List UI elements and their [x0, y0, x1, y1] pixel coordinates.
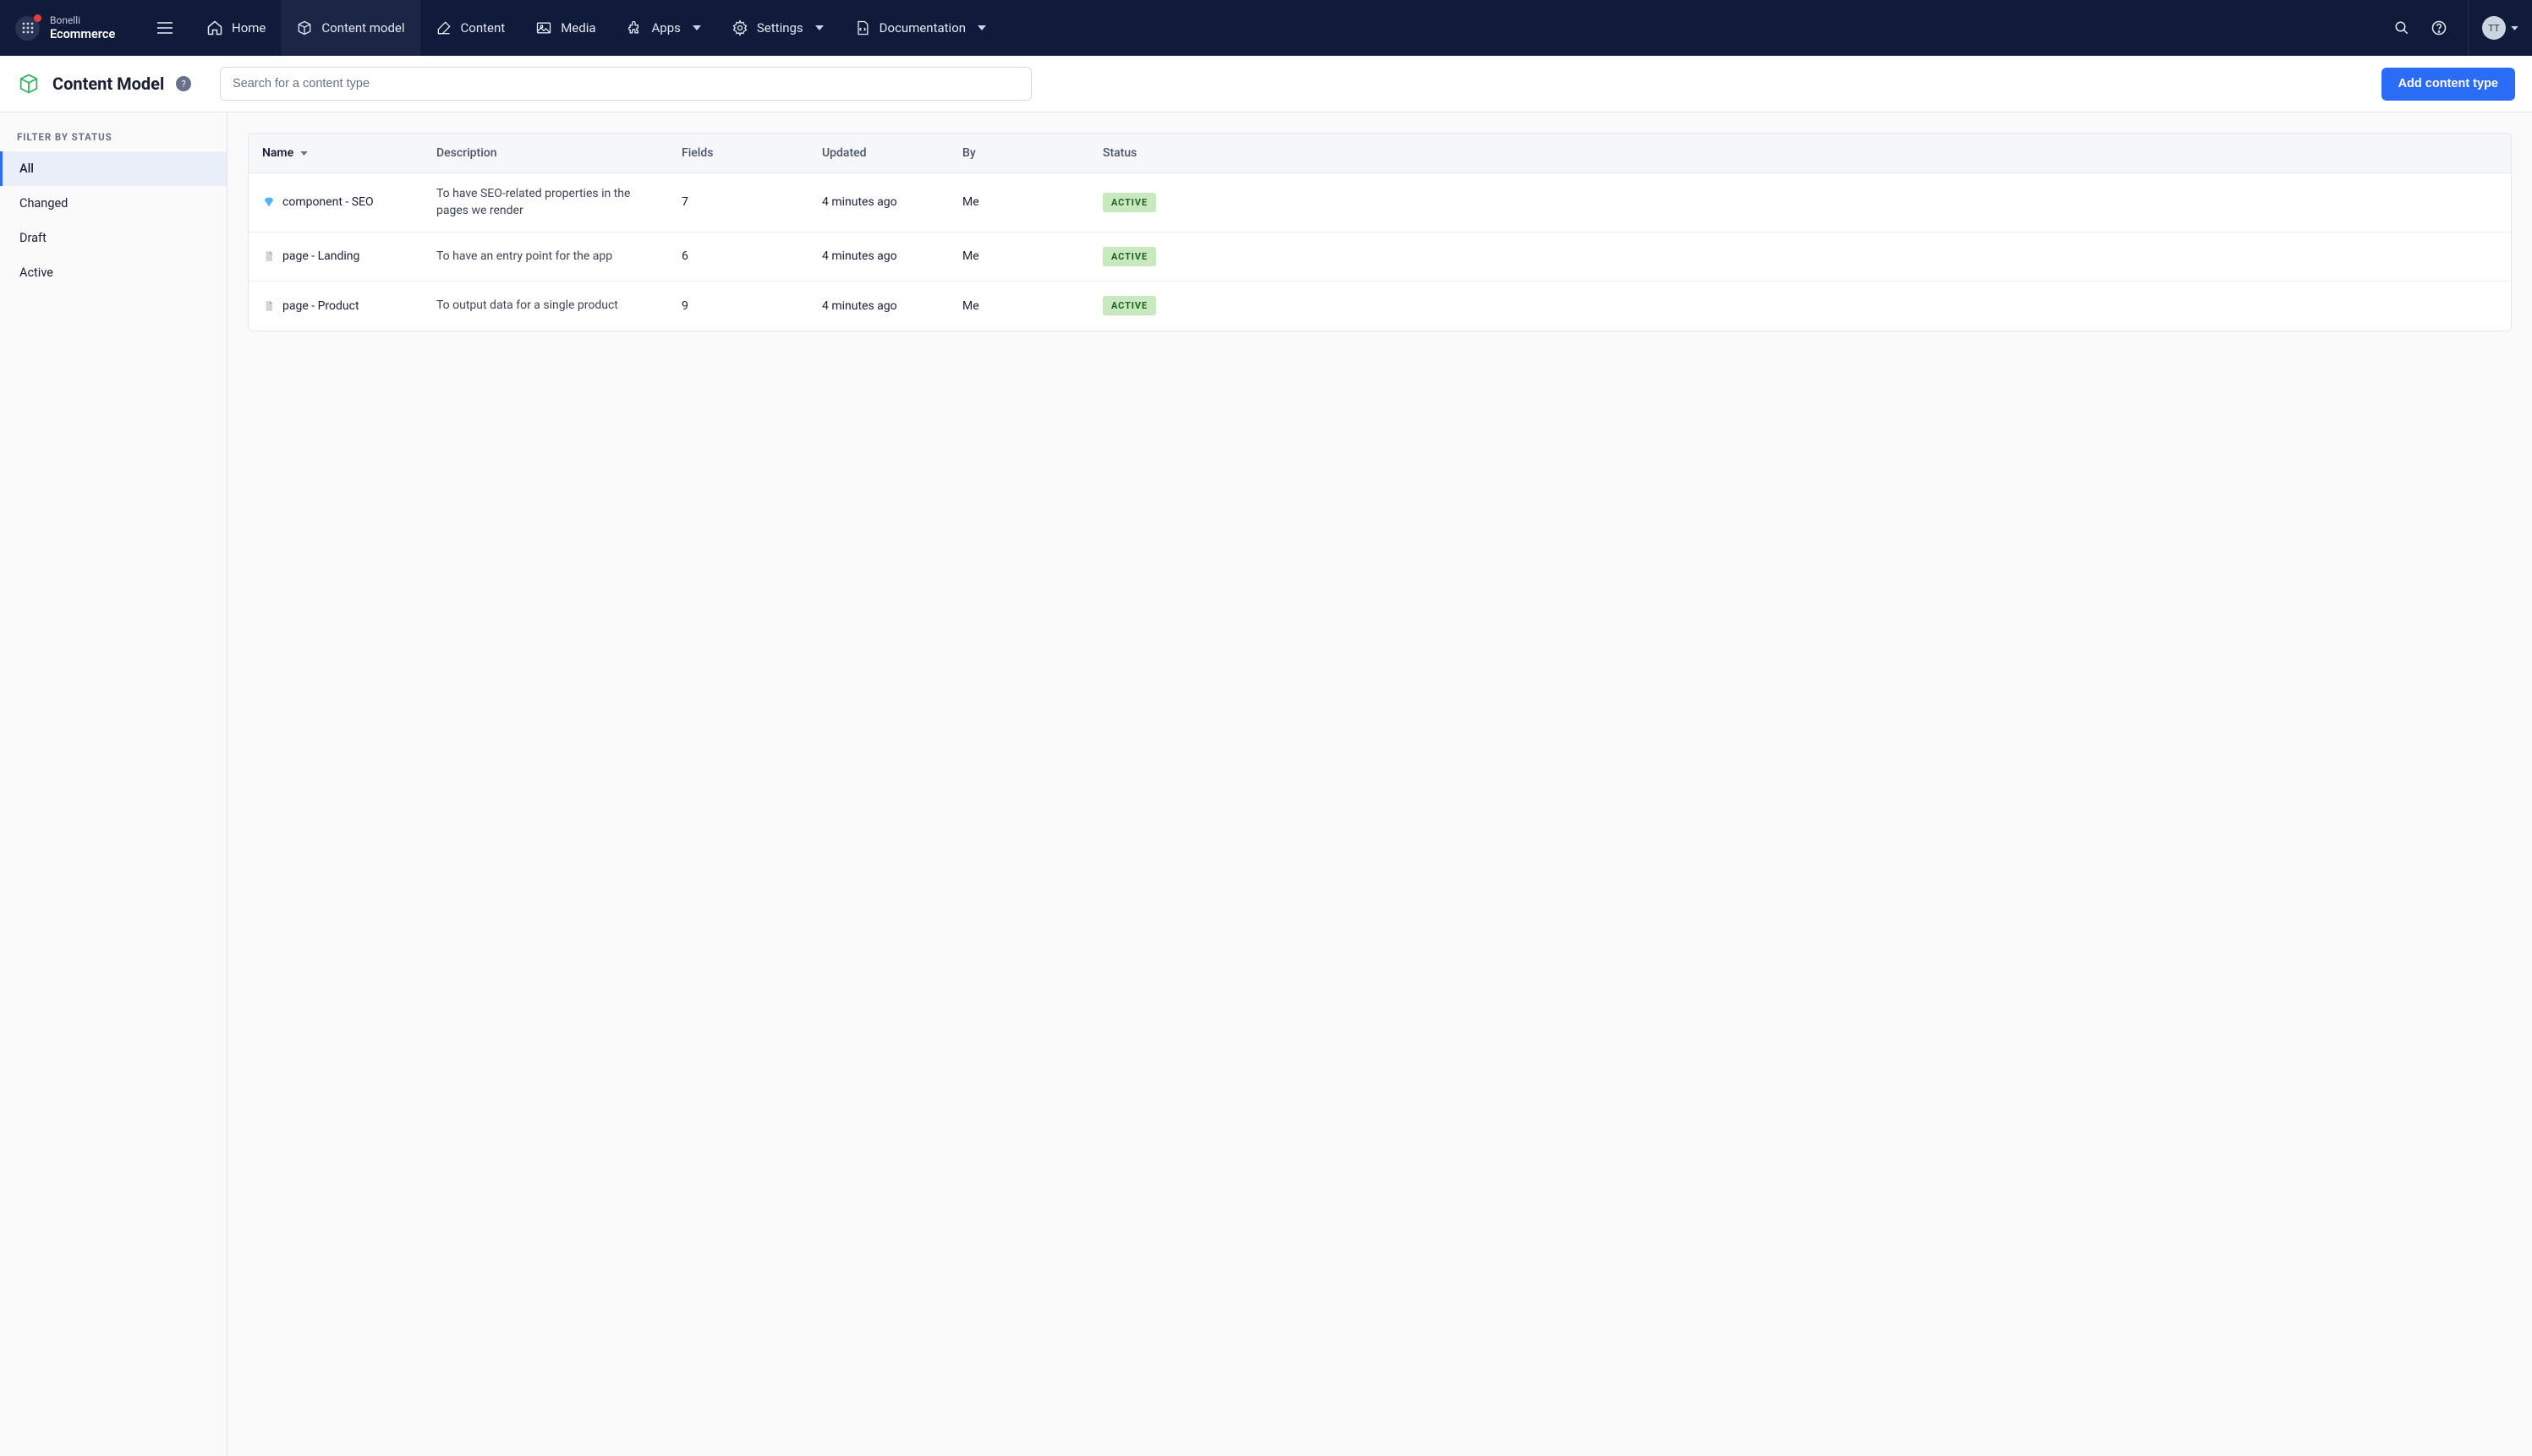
table-row[interactable]: component - SEO To have SEO-related prop…: [249, 173, 2511, 233]
subheader: Content Model ? Add content type: [0, 56, 2532, 112]
filter-draft[interactable]: Draft: [0, 221, 227, 255]
nav-settings[interactable]: Settings: [716, 0, 839, 56]
cell-by: Me: [949, 238, 1089, 275]
nav-documentation[interactable]: Documentation: [839, 0, 1001, 56]
cell-updated: 4 minutes ago: [808, 183, 949, 221]
chevron-down-icon: [2511, 26, 2518, 30]
cell-by: Me: [949, 183, 1089, 221]
chevron-down-icon: [978, 25, 986, 30]
status-badge: Active: [1103, 296, 1156, 315]
cell-updated: 4 minutes ago: [808, 238, 949, 275]
column-status: Status: [1089, 146, 1214, 160]
search-icon: [2394, 20, 2409, 36]
main: Filter by status All Changed Draft Activ…: [0, 112, 2532, 1456]
nav-label: Content model: [321, 20, 404, 36]
nav-content-model[interactable]: Content model: [281, 0, 419, 56]
content-model-icon: [17, 72, 41, 96]
hamburger-icon: [157, 22, 173, 34]
content-type-search-input[interactable]: [220, 67, 1032, 101]
chevron-down-icon: [815, 25, 824, 30]
search-button[interactable]: [2393, 19, 2410, 36]
nav-label: Apps: [652, 20, 681, 36]
nav-home[interactable]: Home: [191, 0, 281, 56]
help-button[interactable]: [2431, 19, 2447, 36]
topbar-left: Bonelli Ecommerce: [0, 0, 191, 56]
gear-icon: [732, 19, 748, 36]
nav-label: Content: [461, 20, 506, 36]
row-name: component - SEO: [282, 195, 374, 209]
table-row[interactable]: page - Landing To have an entry point fo…: [249, 233, 2511, 282]
cell-description: To have an entry point for the app: [423, 236, 668, 276]
nav-label: Media: [561, 20, 595, 36]
box-icon: [296, 19, 313, 36]
cell-name: component - SEO: [249, 183, 423, 221]
cell-status: Active: [1089, 235, 1214, 278]
page-title: Content Model: [52, 74, 164, 94]
nav-content[interactable]: Content: [420, 0, 521, 56]
cell-name: page - Product: [249, 287, 423, 325]
row-name: page - Product: [282, 299, 359, 313]
user-menu[interactable]: TT: [2468, 0, 2518, 56]
filter-changed[interactable]: Changed: [0, 186, 227, 221]
page-title-wrap: Content Model ?: [17, 72, 220, 96]
cell-name: page - Landing: [249, 238, 423, 275]
chevron-down-icon: [693, 25, 701, 30]
help-badge[interactable]: ?: [176, 76, 191, 91]
status-badge: Active: [1103, 247, 1156, 266]
column-fields: Fields: [668, 146, 808, 160]
add-content-type-button[interactable]: Add content type: [2381, 68, 2515, 101]
edit-icon: [436, 19, 452, 36]
cell-description: To have SEO-related properties in the pa…: [423, 173, 668, 232]
cell-fields: 6: [668, 238, 808, 275]
sidebar-toggle-button[interactable]: [151, 14, 179, 42]
avatar: TT: [2482, 16, 2506, 40]
space-switcher[interactable]: Bonelli Ecommerce: [50, 14, 115, 41]
column-description: Description: [423, 146, 668, 160]
content-area: Name Description Fields Updated By Statu…: [227, 112, 2532, 1456]
cell-description: To output data for a single product: [423, 285, 668, 326]
cell-status: Active: [1089, 181, 1214, 224]
diamond-icon: [262, 195, 276, 209]
cell-updated: 4 minutes ago: [808, 287, 949, 325]
notification-dot: [34, 14, 41, 22]
status-badge: Active: [1103, 193, 1156, 212]
sidebar-heading: Filter by status: [0, 131, 227, 151]
column-by: By: [949, 146, 1089, 160]
nav-label: Home: [232, 20, 266, 36]
column-label: Name: [262, 146, 293, 160]
grid-icon: [22, 22, 34, 34]
filter-active[interactable]: Active: [0, 255, 227, 290]
help-icon: [2431, 20, 2447, 36]
nav-label: Settings: [757, 20, 803, 36]
cell-fields: 9: [668, 287, 808, 325]
topbar-right: TT: [2393, 0, 2532, 56]
content-type-table: Name Description Fields Updated By Statu…: [248, 133, 2512, 331]
org-name: Bonelli: [50, 14, 115, 26]
column-name[interactable]: Name: [249, 146, 423, 160]
puzzle-icon: [627, 19, 644, 36]
code-file-icon: [854, 19, 871, 36]
column-updated: Updated: [808, 146, 949, 160]
image-icon: [535, 19, 552, 36]
avatar-initials: TT: [2488, 23, 2500, 34]
cell-fields: 7: [668, 183, 808, 221]
page-icon: [262, 299, 276, 313]
table-header: Name Description Fields Updated By Statu…: [249, 134, 2511, 173]
row-name: page - Landing: [282, 249, 359, 263]
app-launcher-button[interactable]: [15, 16, 40, 41]
nav-apps[interactable]: Apps: [611, 0, 716, 56]
main-nav: Home Content model Content Media Apps: [191, 0, 1001, 56]
cell-status: Active: [1089, 284, 1214, 327]
nav-media[interactable]: Media: [520, 0, 611, 56]
nav-label: Documentation: [880, 20, 966, 36]
space-name: Ecommerce: [50, 27, 115, 41]
topbar: Bonelli Ecommerce Home Content model Con…: [0, 0, 2532, 56]
home-icon: [206, 19, 223, 36]
table-row[interactable]: page - Product To output data for a sing…: [249, 282, 2511, 331]
sort-caret-icon: [300, 151, 308, 156]
filter-all[interactable]: All: [0, 151, 227, 186]
sidebar: Filter by status All Changed Draft Activ…: [0, 112, 227, 1456]
cell-by: Me: [949, 287, 1089, 325]
page-icon: [262, 249, 276, 263]
